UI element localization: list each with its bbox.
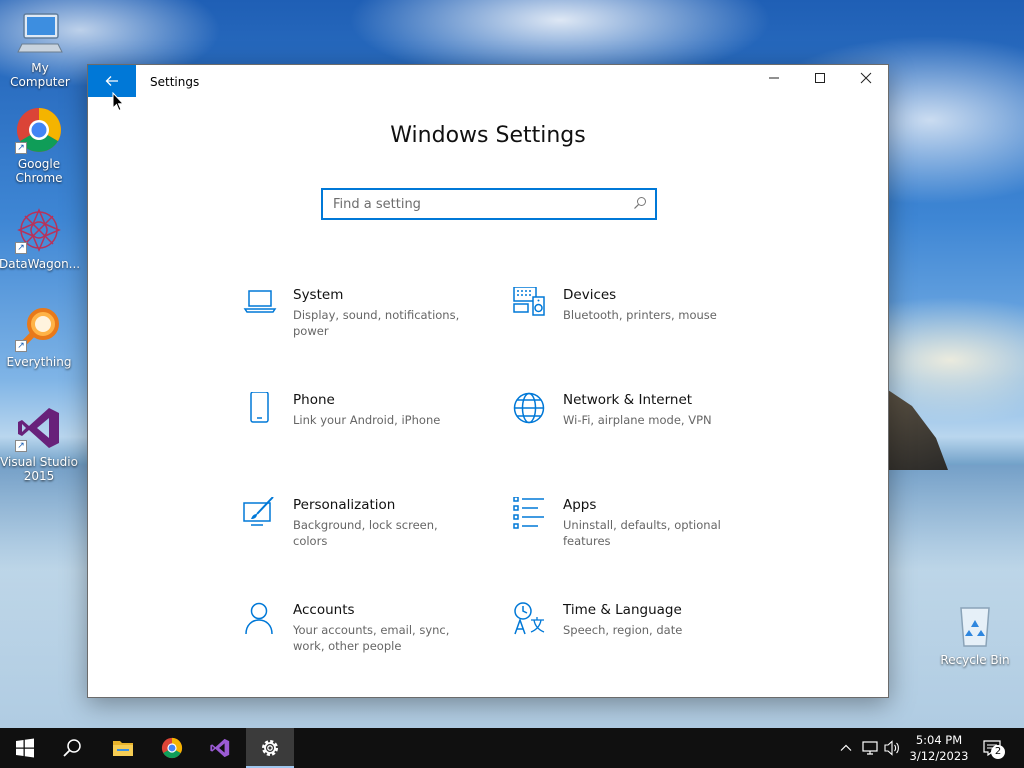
search-icon <box>634 197 646 209</box>
category-name: Time & Language <box>563 602 682 618</box>
category-description: Speech, region, date <box>563 623 683 637</box>
maximize-button[interactable] <box>797 65 843 97</box>
category-description: Wi-Fi, airplane mode, VPN <box>563 413 712 427</box>
desktop-icon-label: Recycle Bin <box>940 653 1010 667</box>
category-description: Link your Android, iPhone <box>293 413 441 427</box>
taskbar: 5:04 PM 3/12/2023 <box>0 728 1024 768</box>
cliff-background <box>888 390 948 470</box>
desktop-icon-visual-studio[interactable]: ↗ Visual Studio 2015 <box>0 404 79 483</box>
category-description: Display, sound, notifications, power <box>293 308 460 338</box>
taskbar-search-button[interactable] <box>48 728 96 768</box>
time-language-icon <box>514 602 545 635</box>
visual-studio-icon <box>210 738 230 758</box>
shortcut-arrow-icon: ↗ <box>15 440 27 452</box>
desktop-icon-label: Google Chrome <box>15 157 63 185</box>
laptop-icon <box>243 290 277 313</box>
category-description: Your accounts, email, sync, work, other … <box>293 623 450 653</box>
datawagon-icon: ↗ <box>15 206 63 254</box>
window-title: Settings <box>150 75 200 89</box>
paint-brush-icon <box>243 497 274 526</box>
taskbar-clock[interactable]: 5:04 PM 3/12/2023 <box>905 732 973 764</box>
volume-icon[interactable] <box>884 740 902 756</box>
category-personalization[interactable]: Personalization Background, lock screen,… <box>243 497 483 567</box>
category-name: Network & Internet <box>563 392 693 408</box>
notification-count-badge: 2 <box>991 745 1005 759</box>
desktop-icon-label: Everything <box>6 355 72 369</box>
arrow-left-icon <box>105 76 118 86</box>
desktop-icon-recycle-bin[interactable]: Recycle Bin <box>935 602 1015 667</box>
shortcut-arrow-icon: ↗ <box>15 242 27 254</box>
close-icon <box>860 72 872 84</box>
desktop-icon-my-computer[interactable]: My Computer <box>0 10 80 89</box>
minimize-icon <box>769 77 779 79</box>
apps-list-icon <box>513 497 544 529</box>
windows-logo-icon <box>16 738 34 758</box>
desktop-icon-google-chrome[interactable]: ↗ Google Chrome <box>0 106 79 185</box>
search-icon <box>63 739 81 757</box>
category-system[interactable]: System Display, sound, notifications, po… <box>243 287 483 357</box>
start-button[interactable] <box>0 728 48 768</box>
category-name: Phone <box>293 392 335 408</box>
desktop-icon-label: My Computer <box>10 61 70 89</box>
search-magnifier-icon: ↗ <box>15 304 63 352</box>
category-name: Apps <box>563 497 597 513</box>
category-devices[interactable]: Devices Bluetooth, printers, mouse <box>513 287 753 357</box>
globe-icon <box>513 392 545 424</box>
visual-studio-icon: ↗ <box>15 404 63 452</box>
chrome-icon: ↗ <box>15 106 63 154</box>
clock-date: 3/12/2023 <box>909 749 969 763</box>
search-box[interactable] <box>321 188 657 220</box>
category-network-internet[interactable]: Network & Internet Wi-Fi, airplane mode,… <box>513 392 753 462</box>
category-apps[interactable]: Apps Uninstall, defaults, optional featu… <box>513 497 753 567</box>
desktop-icon-label: DataWagon... <box>0 257 81 271</box>
gear-icon <box>262 740 278 756</box>
computer-icon <box>16 10 64 58</box>
close-button[interactable] <box>843 65 889 97</box>
taskbar-file-explorer[interactable] <box>98 728 146 768</box>
chevron-up-icon[interactable] <box>840 742 852 754</box>
category-name: Devices <box>563 287 617 303</box>
shortcut-arrow-icon: ↗ <box>15 340 27 352</box>
title-bar[interactable]: Settings <box>88 65 888 97</box>
chrome-icon <box>161 737 183 759</box>
desktop-icon-label: Visual Studio 2015 <box>0 455 78 483</box>
mouse-cursor-icon <box>112 92 124 112</box>
category-description: Uninstall, defaults, optional features <box>563 518 721 548</box>
desktop-icon-datawagon[interactable]: ↗ DataWagon... <box>0 206 81 271</box>
maximize-icon <box>815 73 825 83</box>
page-title: Windows Settings <box>390 123 586 148</box>
category-accounts[interactable]: Accounts Your accounts, email, sync, wor… <box>243 602 483 672</box>
taskbar-visual-studio[interactable] <box>196 728 244 768</box>
category-name: Accounts <box>293 602 355 618</box>
category-name: System <box>293 287 344 303</box>
person-icon <box>245 602 273 635</box>
search-input[interactable] <box>323 190 613 218</box>
network-icon[interactable] <box>862 740 880 756</box>
category-time-language[interactable]: Time & Language Speech, region, date <box>513 602 753 672</box>
category-phone[interactable]: Phone Link your Android, iPhone <box>243 392 483 462</box>
category-description: Background, lock screen, colors <box>293 518 438 548</box>
keyboard-speaker-icon <box>513 287 545 316</box>
taskbar-chrome[interactable] <box>148 728 196 768</box>
category-description: Bluetooth, printers, mouse <box>563 308 717 322</box>
phone-icon <box>250 392 269 423</box>
minimize-button[interactable] <box>751 65 797 97</box>
folder-icon <box>113 741 133 756</box>
desktop-icon-everything[interactable]: ↗ Everything <box>0 304 79 369</box>
taskbar-settings[interactable] <box>246 728 294 768</box>
shortcut-arrow-icon: ↗ <box>15 142 27 154</box>
recycle-bin-icon <box>951 602 999 650</box>
settings-window: Settings Windows Settings System Display… <box>87 64 889 698</box>
category-name: Personalization <box>293 497 396 513</box>
clock-time: 5:04 PM <box>915 733 963 747</box>
